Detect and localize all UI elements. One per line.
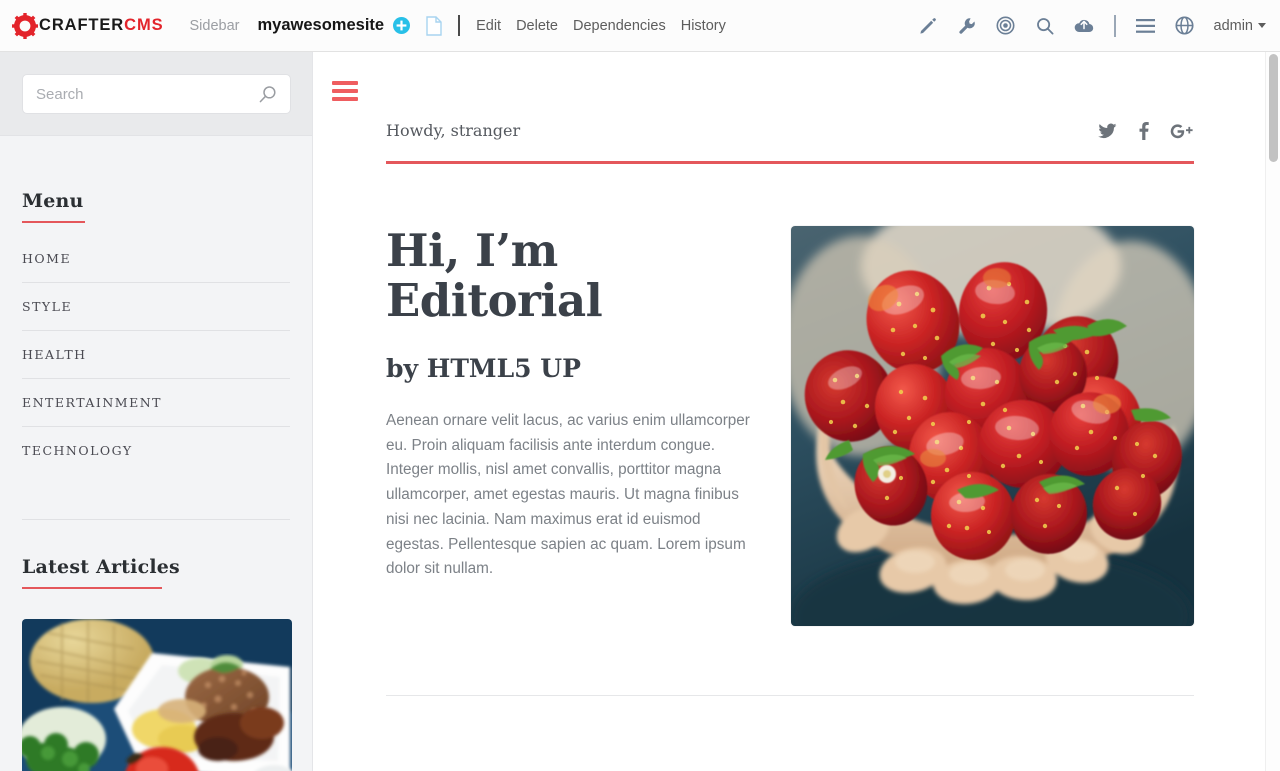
search-icon[interactable] — [1035, 16, 1055, 36]
header-accent-rule — [386, 161, 1194, 164]
toolbar-right-divider — [1113, 14, 1116, 37]
chevron-down-icon — [1258, 23, 1266, 28]
craftercms-logo[interactable]: CRAFTERCMS — [12, 12, 164, 39]
hamburger-bar — [332, 89, 358, 93]
logo-text-crafter: CRAFTER — [39, 16, 125, 34]
hamburger-bar — [332, 81, 358, 85]
menu-bottom-divider — [22, 519, 290, 520]
toolbar-action-links: Edit Delete Dependencies History — [476, 18, 726, 34]
page-document-icon[interactable] — [426, 15, 442, 36]
twitter-icon[interactable] — [1098, 123, 1117, 139]
greeting-text: Howdy, stranger — [386, 121, 521, 140]
content-header: Howdy, stranger — [386, 52, 1194, 140]
hero-title-line-2: Editorial — [386, 274, 603, 328]
hero-subtitle: by HTML5 UP — [386, 353, 581, 383]
target-icon[interactable] — [996, 16, 1016, 36]
menu-heading: Menu — [22, 190, 84, 212]
site-name-label[interactable]: myawesomesite — [258, 16, 385, 35]
logo-text-cms: CMS — [124, 16, 164, 34]
nav-item-entertainment[interactable]: ENTERTAINMENT — [22, 379, 290, 427]
hero-section: Hi, I’m Editorial by HTML5 UP Aenean orn… — [386, 224, 1194, 626]
nav-item-health[interactable]: HEALTH — [22, 331, 290, 379]
site-sidebar: Menu HOME STYLE HEALTH ENTERTAINMENT TEC… — [0, 52, 313, 771]
facebook-icon[interactable] — [1138, 122, 1149, 140]
sidebar-toggle-label[interactable]: Sidebar — [190, 18, 240, 34]
wrench-icon[interactable] — [957, 16, 977, 36]
toolbar-separator — [458, 15, 461, 36]
latest-articles-underline — [22, 587, 162, 589]
toolbar-right-icons: admin — [918, 14, 1266, 37]
admin-menu[interactable]: admin — [1213, 17, 1266, 34]
nav-item-technology[interactable]: TECHNOLOGY — [22, 427, 290, 474]
search-box[interactable] — [22, 74, 291, 114]
gear-icon — [12, 12, 38, 39]
content-inner: Howdy, stranger Hi, I’m Editorial by HTM… — [314, 52, 1266, 696]
social-links — [1098, 122, 1194, 140]
latest-articles-heading: Latest Articles — [22, 556, 180, 578]
plus-circle-icon[interactable] — [393, 17, 411, 34]
nav-item-home[interactable]: HOME — [22, 251, 290, 283]
main-content: Howdy, stranger Hi, I’m Editorial by HTM… — [314, 52, 1266, 771]
google-plus-icon[interactable] — [1170, 123, 1194, 140]
hero-image — [791, 226, 1194, 626]
admin-label: admin — [1213, 17, 1254, 34]
nav-menu-list: HOME STYLE HEALTH ENTERTAINMENT TECHNOLO… — [22, 251, 290, 474]
pencil-icon[interactable] — [918, 16, 938, 36]
vertical-scrollbar[interactable] — [1265, 52, 1280, 771]
dependencies-link[interactable]: Dependencies — [573, 18, 666, 34]
hero-text-column: Hi, I’m Editorial by HTML5 UP Aenean orn… — [386, 224, 761, 626]
hamburger-menu-icon[interactable] — [1136, 16, 1156, 36]
sidebar-body: Menu HOME STYLE HEALTH ENTERTAINMENT TEC… — [0, 136, 312, 771]
hero-title: Hi, I’m Editorial — [386, 224, 761, 328]
hero-paragraph: Aenean ornare velit lacus, ac varius eni… — [386, 411, 750, 578]
menu-section: Menu HOME STYLE HEALTH ENTERTAINMENT TEC… — [22, 136, 290, 520]
nav-item-style[interactable]: STYLE — [22, 283, 290, 331]
globe-help-icon[interactable] — [1175, 16, 1195, 36]
menu-heading-underline — [22, 221, 85, 223]
hamburger-menu-icon[interactable] — [332, 81, 358, 105]
hamburger-bar — [332, 97, 358, 101]
content-bottom-divider — [386, 695, 1194, 696]
delete-link[interactable]: Delete — [516, 18, 558, 34]
hero-title-line-1: Hi, I’m — [386, 224, 558, 277]
top-toolbar: CRAFTERCMS Sidebar myawesomesite Edit De… — [0, 0, 1280, 52]
edit-link[interactable]: Edit — [476, 18, 501, 34]
latest-articles-section: Latest Articles — [22, 556, 292, 771]
search-icon[interactable] — [258, 85, 277, 104]
scrollbar-thumb[interactable] — [1269, 54, 1278, 162]
search-input[interactable] — [36, 85, 258, 103]
cloud-upload-icon[interactable] — [1074, 16, 1094, 36]
history-link[interactable]: History — [681, 18, 726, 34]
article-thumbnail[interactable] — [22, 619, 292, 771]
sidebar-search-zone — [0, 52, 312, 136]
